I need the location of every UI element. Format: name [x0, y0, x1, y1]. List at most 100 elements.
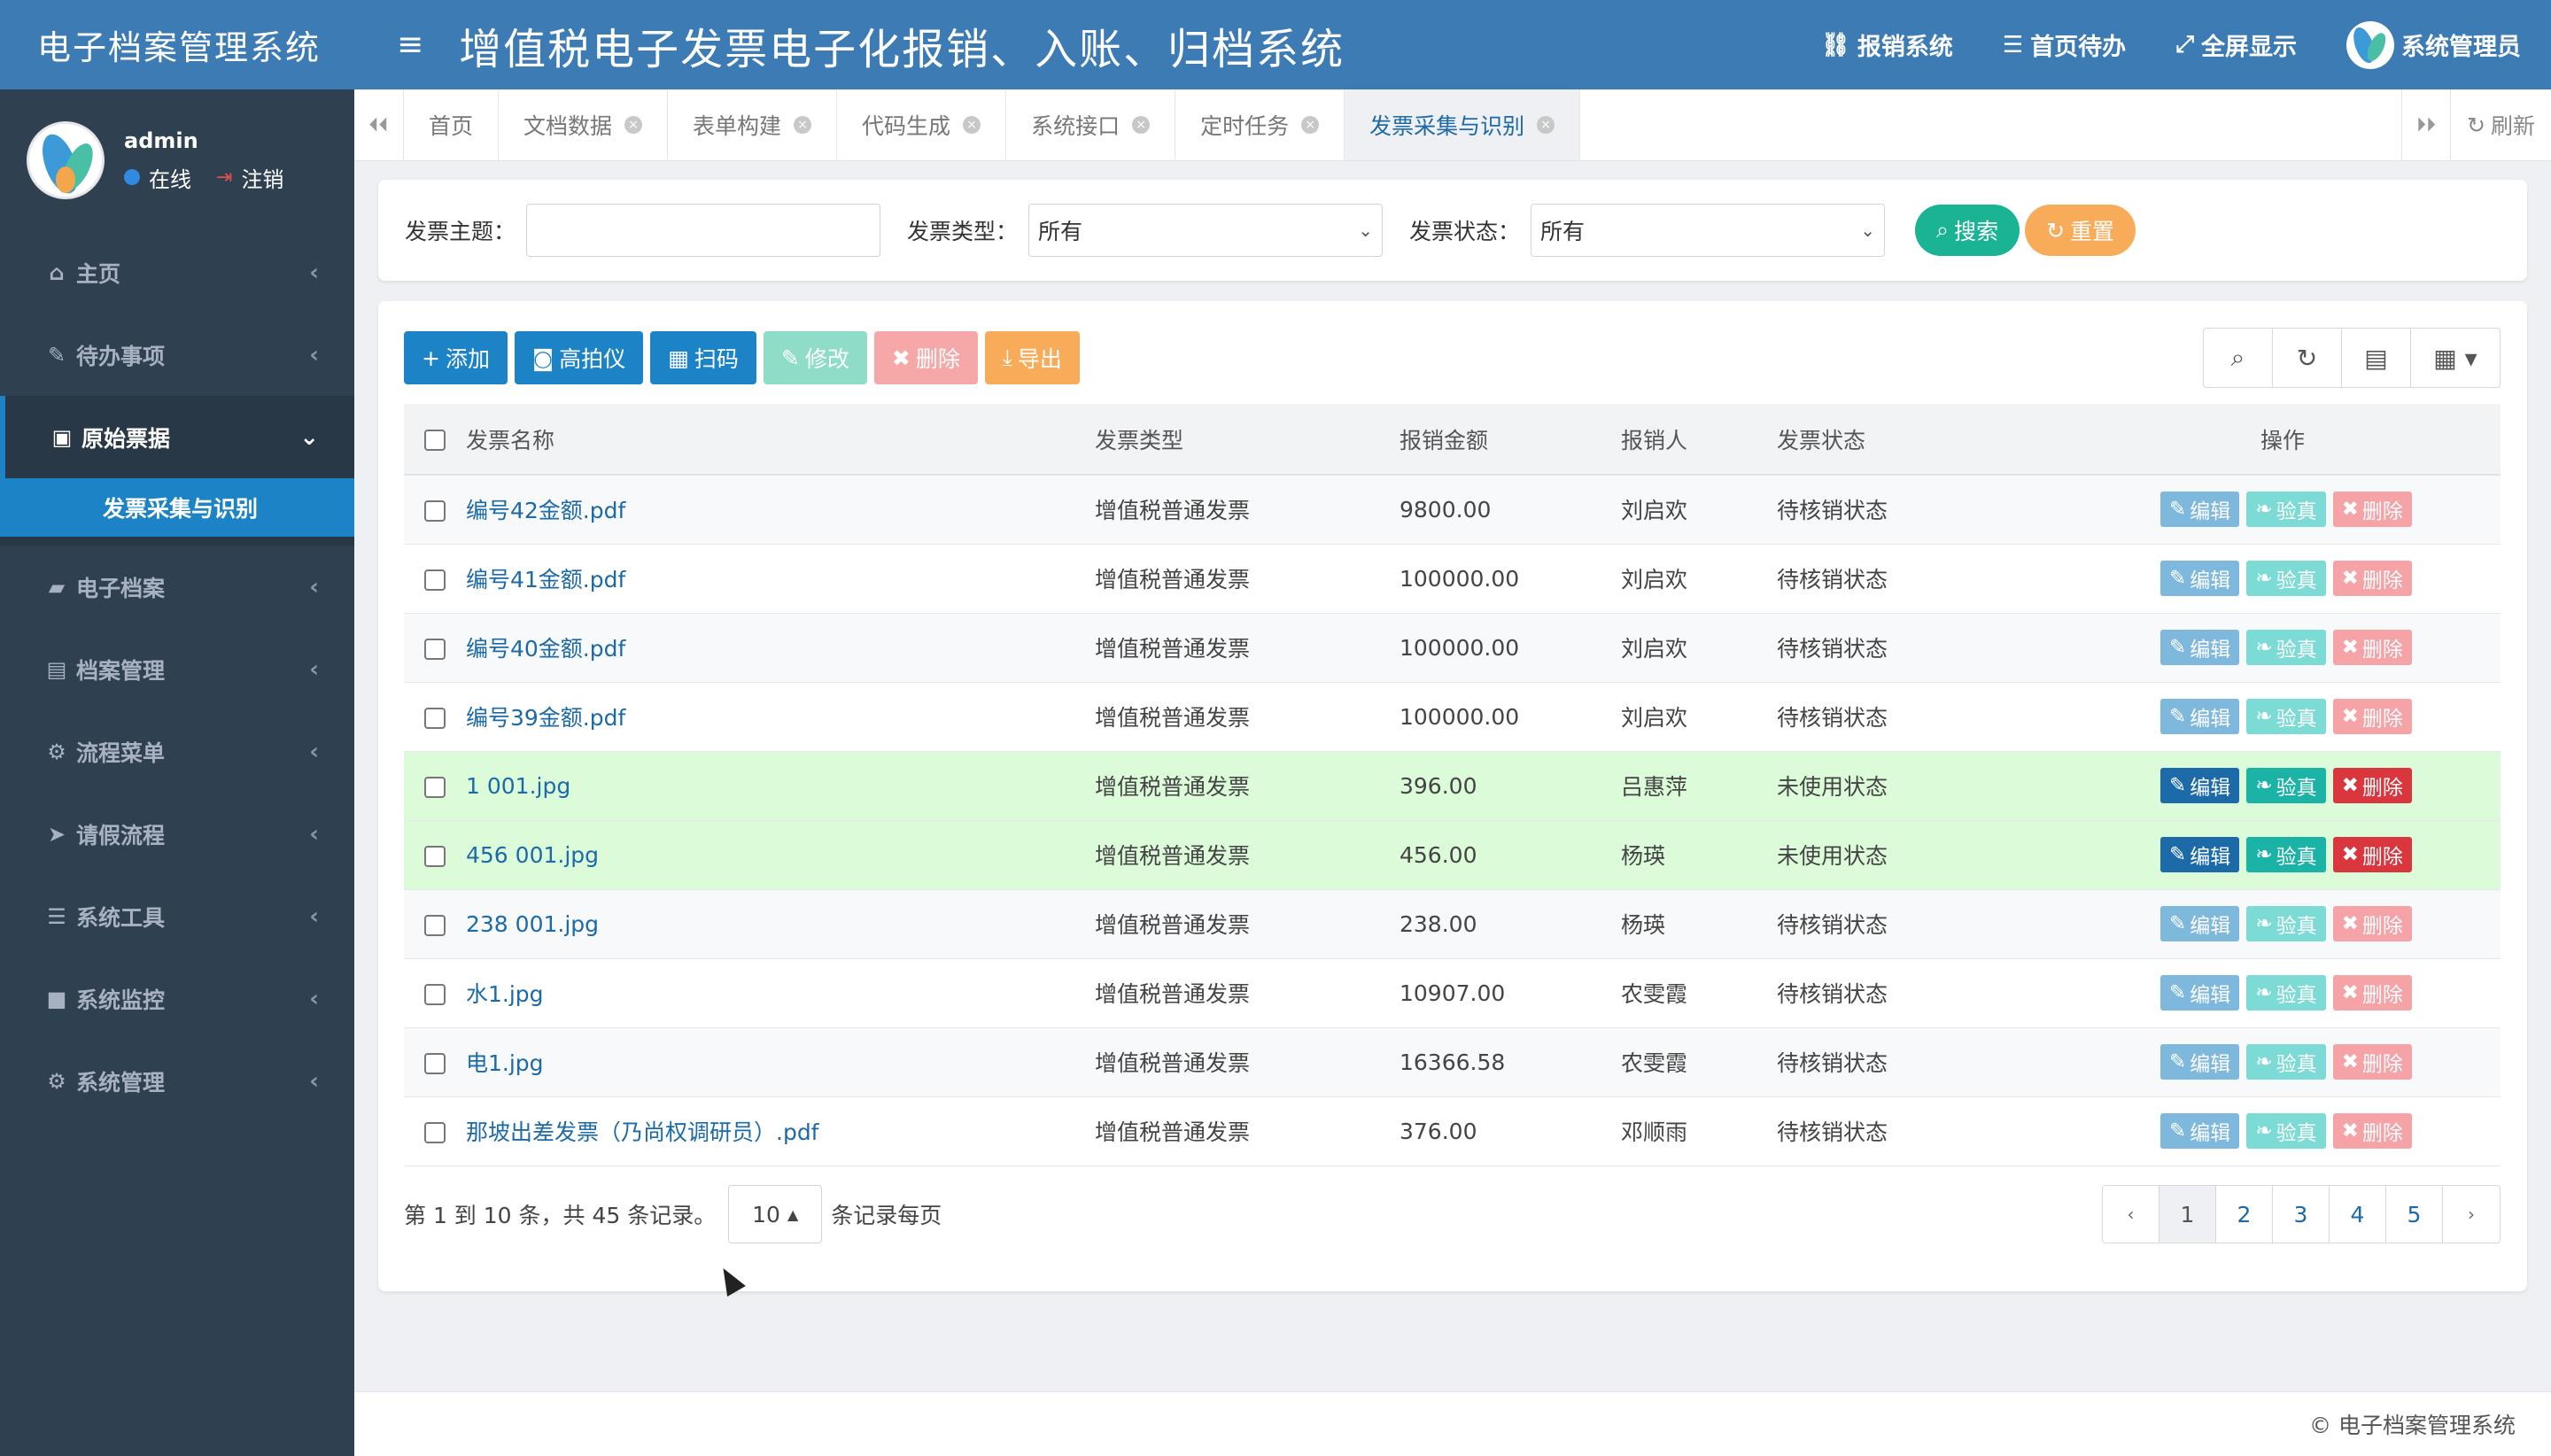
- tab-3[interactable]: 代码生成 ×: [837, 89, 1007, 160]
- row-verify-button[interactable]: ❧ 验真: [2246, 1113, 2326, 1149]
- logout-icon[interactable]: ⇥: [216, 167, 232, 189]
- invoice-name-link[interactable]: 456 001.jpg: [466, 842, 599, 868]
- invoice-name-link[interactable]: 水1.jpg: [466, 981, 544, 1007]
- invoice-name-link[interactable]: 那坡出差发票（乃尚权调研员）.pdf: [466, 1119, 819, 1145]
- user-avatar[interactable]: [27, 121, 105, 199]
- row-verify-button[interactable]: ❧ 验真: [2246, 906, 2326, 941]
- invoice-name-link[interactable]: 1 001.jpg: [466, 773, 570, 799]
- refresh-button[interactable]: ↻ 刷新: [2451, 89, 2551, 160]
- invoice-name-link[interactable]: 编号42金额.pdf: [466, 498, 625, 523]
- tab-4[interactable]: 系统接口 ×: [1006, 89, 1176, 160]
- sidebar-item-1[interactable]: ✎ 待办事项 ‹: [0, 314, 354, 396]
- row-edit-button[interactable]: ✎ 编辑: [2160, 492, 2240, 528]
- invoice-name-link[interactable]: 238 001.jpg: [466, 911, 599, 937]
- header-link-0[interactable]: ⛓ 报销系统: [1821, 27, 1953, 62]
- row-verify-button[interactable]: ❧ 验真: [2246, 699, 2326, 734]
- table-columns-icon[interactable]: ▦ ▾: [2411, 329, 2500, 387]
- row-delete-button[interactable]: ✖ 删除: [2332, 699, 2412, 734]
- col-header-type[interactable]: 发票类型: [1095, 404, 1400, 476]
- row-edit-button[interactable]: ✎ 编辑: [2160, 561, 2240, 596]
- table-row[interactable]: 编号41金额.pdf 增值税普通发票 100000.00 刘启欢 待核销状态 ✎…: [404, 544, 2501, 614]
- row-checkbox[interactable]: [424, 776, 446, 798]
- page-size-select[interactable]: 10 ▲: [728, 1185, 823, 1243]
- page-button-3[interactable]: 3: [2273, 1186, 2330, 1243]
- row-checkbox[interactable]: [424, 914, 446, 936]
- row-edit-button[interactable]: ✎ 编辑: [2160, 1044, 2240, 1080]
- sidebar-item-5[interactable]: ⚙ 流程菜单 ‹: [0, 710, 354, 793]
- row-delete-button[interactable]: ✖ 删除: [2332, 630, 2412, 665]
- row-checkbox[interactable]: [424, 569, 446, 591]
- row-verify-button[interactable]: ❧ 验真: [2246, 561, 2326, 596]
- sidebar-item-0[interactable]: ⌂ 主页 ‹: [0, 231, 354, 314]
- row-edit-button[interactable]: ✎ 编辑: [2160, 630, 2240, 665]
- export-button[interactable]: ⤓ 导出: [984, 331, 1080, 384]
- row-delete-button[interactable]: ✖ 删除: [2332, 837, 2412, 872]
- tab-6[interactable]: 发票采集与识别 ×: [1345, 89, 1581, 160]
- row-checkbox[interactable]: [424, 707, 446, 729]
- col-header-amount[interactable]: 报销金额: [1400, 404, 1621, 476]
- invoice-name-link[interactable]: 编号39金额.pdf: [466, 705, 625, 731]
- add-button[interactable]: + 添加: [404, 331, 508, 384]
- sidebar-item-2[interactable]: ▣ 原始票据 ⌄: [0, 396, 354, 478]
- row-delete-button[interactable]: ✖ 删除: [2332, 561, 2412, 596]
- header-user-menu[interactable]: 系统管理员: [2346, 20, 2521, 69]
- tab-1[interactable]: 文档数据 ×: [499, 89, 669, 160]
- tab-0[interactable]: 首页: [404, 89, 500, 160]
- row-edit-button[interactable]: ✎ 编辑: [2160, 768, 2240, 803]
- row-checkbox[interactable]: [424, 983, 446, 1005]
- col-header-status[interactable]: 发票状态: [1777, 404, 2065, 476]
- table-row[interactable]: 电1.jpg 增值税普通发票 16366.58 农雯霞 待核销状态 ✎ 编辑 ❧ 验…: [404, 1027, 2501, 1097]
- row-delete-button[interactable]: ✖ 删除: [2332, 1113, 2412, 1149]
- row-delete-button[interactable]: ✖ 删除: [2332, 768, 2412, 803]
- row-checkbox[interactable]: [424, 845, 446, 867]
- col-header-name[interactable]: 发票名称: [466, 404, 1095, 476]
- camera-button[interactable]: ◙ 高拍仪: [514, 331, 644, 384]
- modify-button[interactable]: ✎ 修改: [763, 331, 867, 384]
- close-icon[interactable]: ×: [1132, 116, 1151, 134]
- sidebar-item-9[interactable]: ⚙ 系统管理 ‹: [0, 1040, 354, 1122]
- scan-button[interactable]: ▦ 扫码: [650, 331, 756, 384]
- row-delete-button[interactable]: ✖ 删除: [2332, 906, 2412, 941]
- sidebar-item-8[interactable]: ■ 系统监控 ‹: [0, 957, 354, 1040]
- row-checkbox[interactable]: [424, 1052, 446, 1074]
- close-icon[interactable]: ×: [624, 116, 643, 134]
- row-edit-button[interactable]: ✎ 编辑: [2160, 837, 2240, 872]
- invoice-name-link[interactable]: 电1.jpg: [466, 1050, 544, 1076]
- row-verify-button[interactable]: ❧ 验真: [2246, 837, 2326, 872]
- page-prev-button[interactable]: ‹: [2103, 1186, 2159, 1243]
- page-button-1[interactable]: 1: [2159, 1186, 2216, 1243]
- row-verify-button[interactable]: ❧ 验真: [2246, 768, 2326, 803]
- select-all-checkbox[interactable]: [424, 430, 446, 451]
- row-checkbox[interactable]: [424, 500, 446, 522]
- search-button[interactable]: ⌕ 搜索: [1915, 205, 2020, 256]
- col-header-person[interactable]: 报销人: [1621, 404, 1777, 476]
- table-toggle-view-icon[interactable]: ▤: [2342, 329, 2411, 387]
- close-icon[interactable]: ×: [1537, 116, 1555, 134]
- row-edit-button[interactable]: ✎ 编辑: [2160, 699, 2240, 734]
- page-button-5[interactable]: 5: [2386, 1186, 2443, 1243]
- row-edit-button[interactable]: ✎ 编辑: [2160, 975, 2240, 1011]
- row-delete-button[interactable]: ✖ 删除: [2332, 975, 2412, 1011]
- row-edit-button[interactable]: ✎ 编辑: [2160, 906, 2240, 941]
- sidebar-item-3[interactable]: ▰ 电子档案 ‹: [0, 546, 354, 628]
- row-verify-button[interactable]: ❧ 验真: [2246, 492, 2326, 528]
- table-row[interactable]: 编号40金额.pdf 增值税普通发票 100000.00 刘启欢 待核销状态 ✎…: [404, 613, 2501, 683]
- tabs-scroll-right-icon[interactable]: ⏵⏵: [2401, 89, 2452, 160]
- row-verify-button[interactable]: ❧ 验真: [2246, 1044, 2326, 1080]
- invoice-name-link[interactable]: 编号41金额.pdf: [466, 567, 625, 592]
- row-delete-button[interactable]: ✖ 删除: [2332, 492, 2412, 528]
- brand-title[interactable]: 电子档案管理系统: [0, 0, 354, 89]
- row-edit-button[interactable]: ✎ 编辑: [2160, 1113, 2240, 1149]
- sidebar-item-4[interactable]: ▤ 档案管理 ‹: [0, 628, 354, 710]
- tab-5[interactable]: 定时任务 ×: [1175, 89, 1345, 160]
- logout-link[interactable]: 注销: [241, 162, 283, 193]
- tab-2[interactable]: 表单构建 ×: [668, 89, 838, 160]
- close-icon[interactable]: ×: [963, 116, 981, 134]
- type-select[interactable]: 所有 ⌄: [1028, 204, 1384, 257]
- page-button-2[interactable]: 2: [2216, 1186, 2273, 1243]
- reset-button[interactable]: ↻ 重置: [2025, 205, 2136, 256]
- table-row[interactable]: 那坡出差发票（乃尚权调研员）.pdf 增值税普通发票 376.00 邓顺雨 待核…: [404, 1096, 2501, 1166]
- sidebar-item-6[interactable]: ➤ 请假流程 ‹: [0, 793, 354, 875]
- table-search-icon[interactable]: ⌕: [2204, 329, 2273, 387]
- tabs-scroll-left-icon[interactable]: ⏴⏴: [354, 89, 404, 160]
